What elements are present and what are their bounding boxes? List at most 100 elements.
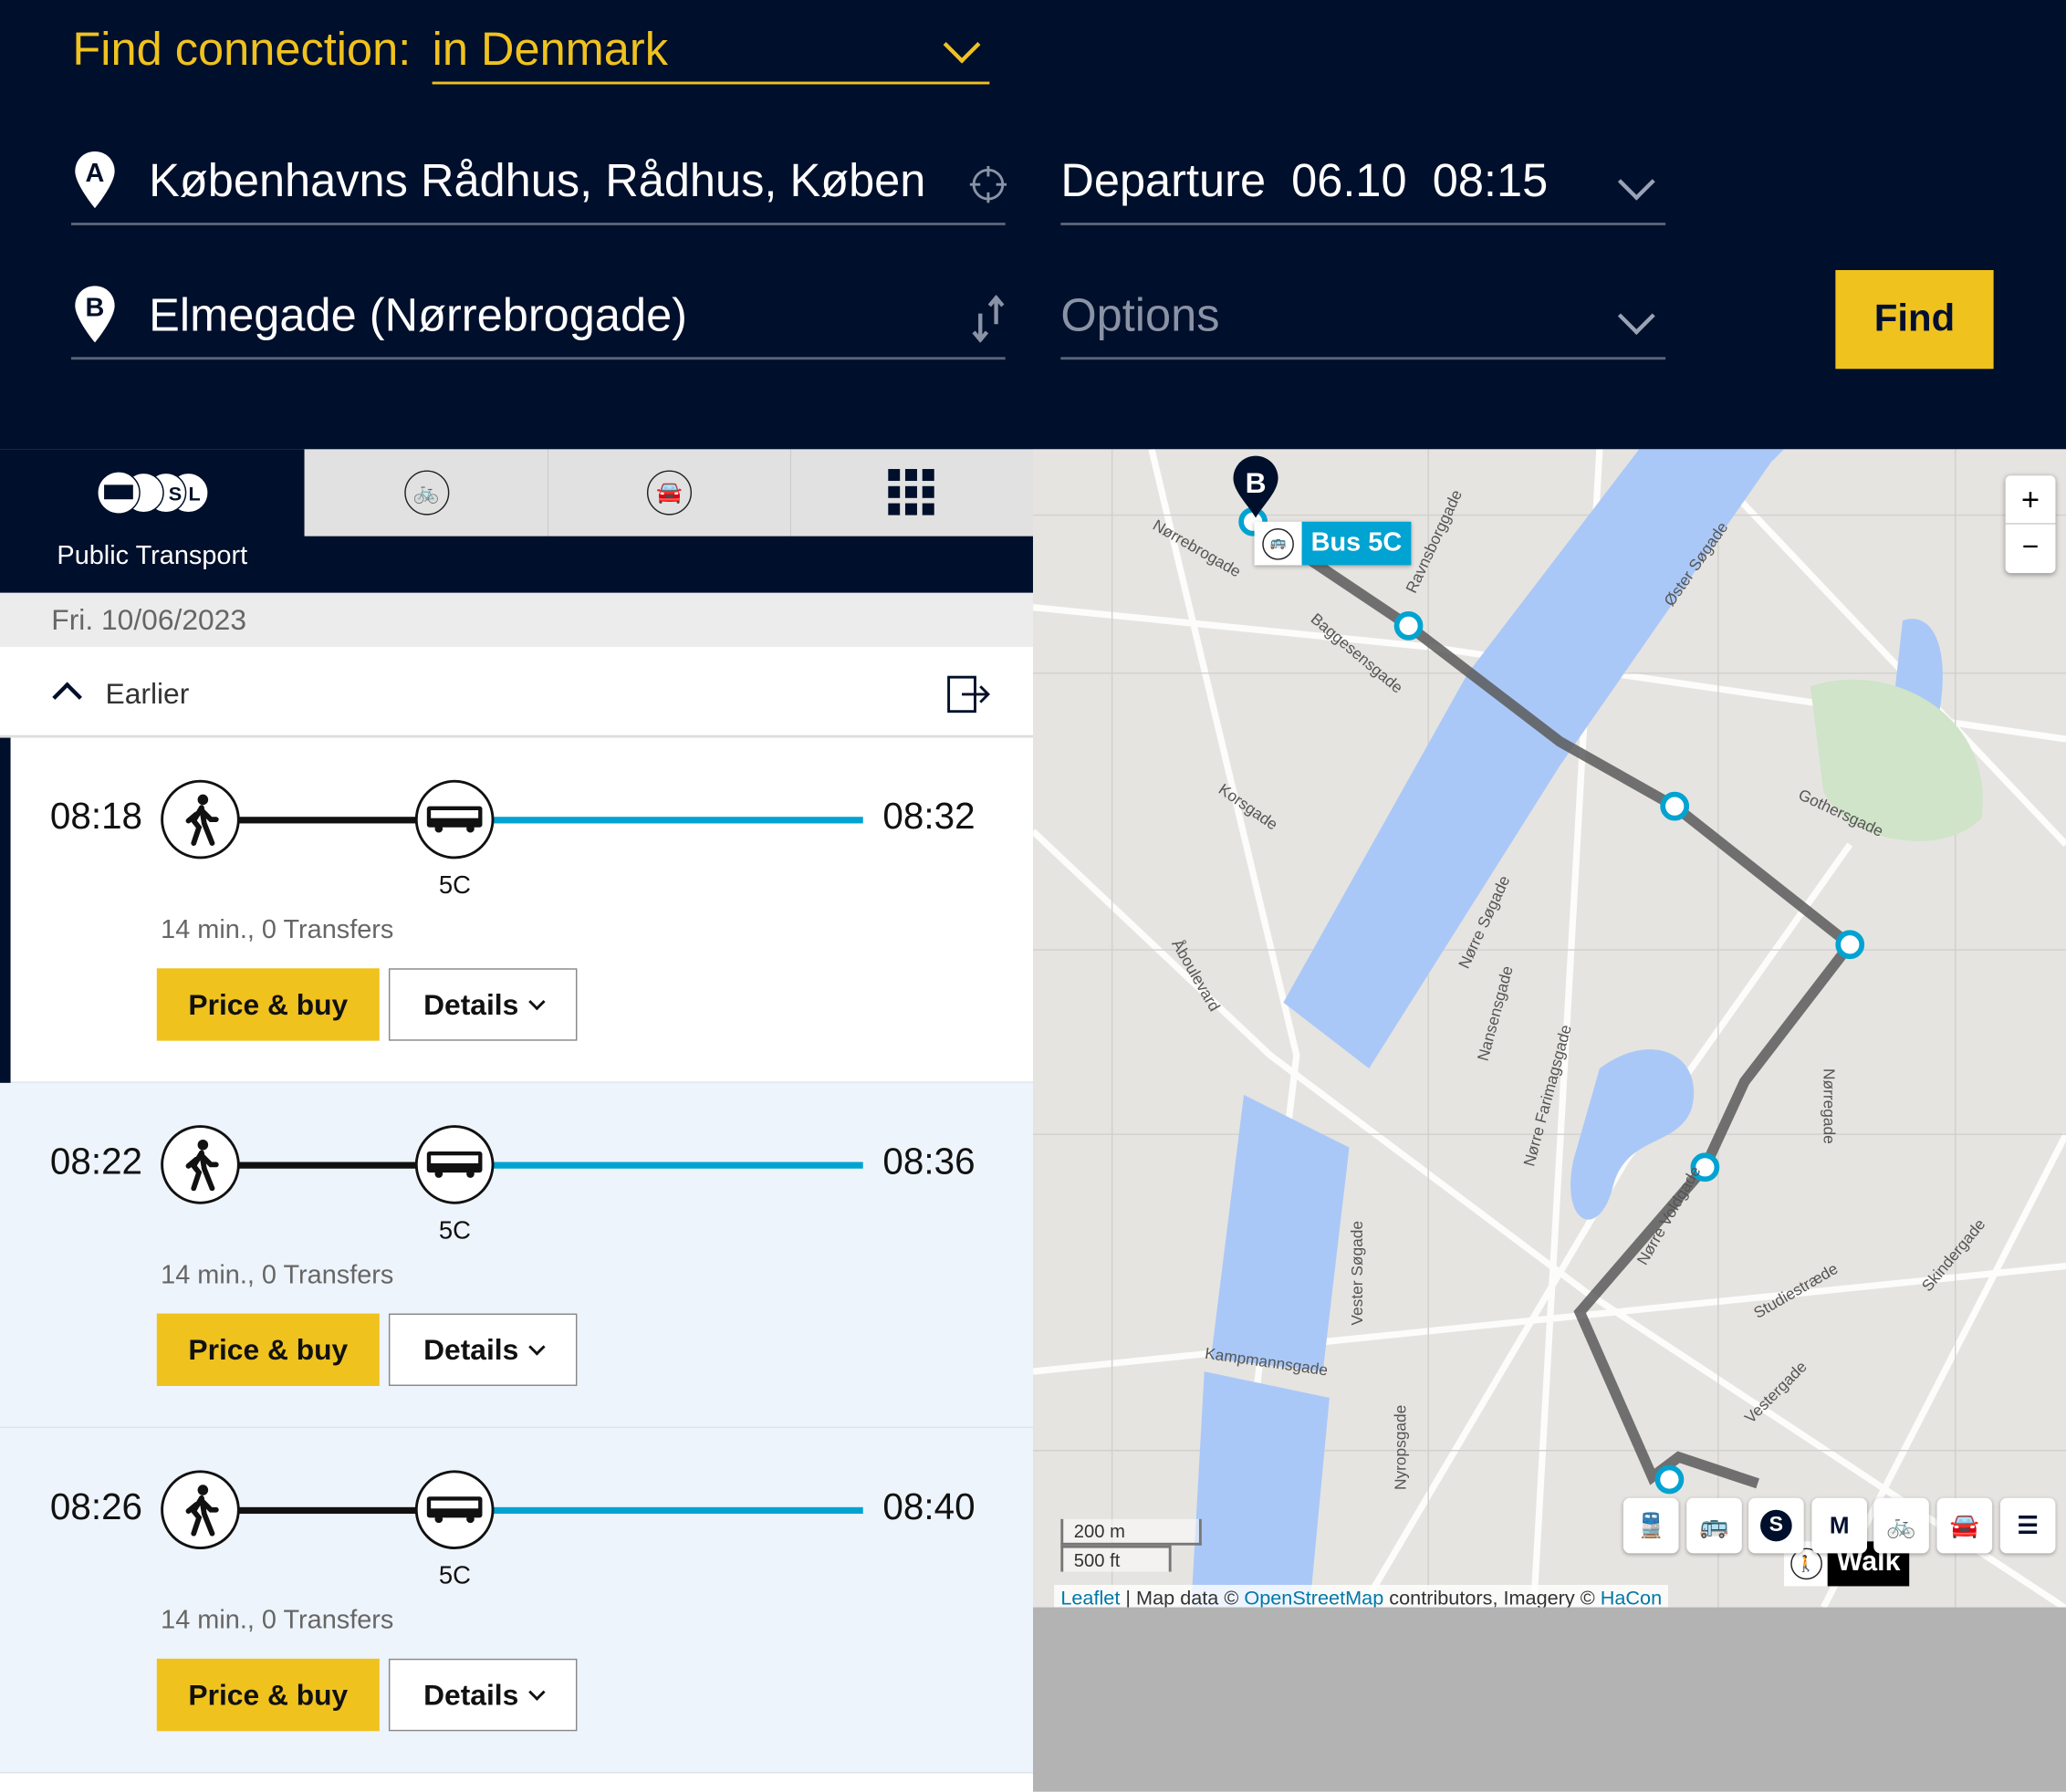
bus-label[interactable]: 🚌 Bus 5C bbox=[1254, 521, 1412, 566]
filter-train-button[interactable]: 🚆 bbox=[1623, 1497, 1679, 1554]
selected-indicator bbox=[0, 737, 11, 1083]
map-footer-area bbox=[1033, 1607, 2066, 1792]
svg-text:Ravnsborggade: Ravnsborggade bbox=[1402, 487, 1466, 596]
hacon-link[interactable]: HaCon bbox=[1601, 1588, 1662, 1608]
public-transport-icon: SL bbox=[96, 471, 209, 515]
grid-icon bbox=[888, 469, 934, 516]
svg-text:Nørregade: Nørregade bbox=[1820, 1068, 1838, 1144]
details-label: Details bbox=[423, 1332, 519, 1366]
options-field[interactable]: Options bbox=[1060, 276, 1666, 360]
bus-icon bbox=[414, 1470, 495, 1550]
bus-icon bbox=[414, 779, 495, 860]
svg-text:Nansensgade: Nansensgade bbox=[1474, 964, 1517, 1062]
walk-segment bbox=[236, 1506, 423, 1515]
layers-button[interactable]: ☰ bbox=[1999, 1497, 2056, 1554]
water-lake-2 bbox=[1210, 1094, 1350, 1372]
chevron-down-icon bbox=[1617, 162, 1655, 201]
tab-more[interactable] bbox=[790, 449, 1034, 537]
details-label: Details bbox=[423, 1677, 519, 1711]
map-canvas[interactable]: B Baggesensgade Korsgade Ravnsborggade Ø… bbox=[1033, 449, 2066, 1608]
page-title: Find connection: bbox=[72, 23, 412, 76]
swap-icon[interactable] bbox=[970, 295, 1007, 343]
filter-s-train-button[interactable]: S bbox=[1748, 1497, 1804, 1554]
svg-text:Nørrebrogade: Nørrebrogade bbox=[1150, 516, 1244, 580]
filter-car-button[interactable]: 🚘 bbox=[1936, 1497, 1993, 1554]
date-header: Fri. 10/06/2023 bbox=[0, 592, 1034, 647]
departure-field[interactable]: Departure 06.10 08:15 bbox=[1060, 142, 1666, 225]
svg-text:S: S bbox=[168, 483, 181, 505]
options-placeholder: Options bbox=[1060, 289, 1220, 341]
to-value: Elmegade (Nørrebrogade) bbox=[149, 289, 688, 341]
connection-row[interactable]: 08:18 08:32 5C 14 min., 0 Transfers Pric… bbox=[0, 737, 1034, 1083]
tab-car[interactable]: 🚘 bbox=[548, 449, 791, 537]
filter-metro-button[interactable]: M bbox=[1811, 1497, 1868, 1554]
filter-bike-button[interactable]: 🚲 bbox=[1873, 1497, 1929, 1554]
bus-label-text: Bus 5C bbox=[1301, 521, 1412, 566]
stop-marker[interactable] bbox=[1660, 791, 1690, 821]
svg-text:Nørre Farimagsgade: Nørre Farimagsgade bbox=[1519, 1023, 1575, 1168]
scale-bar: 200 m 500 ft bbox=[1060, 1518, 1202, 1572]
export-icon[interactable] bbox=[946, 674, 991, 714]
svg-text:Nyropsgade: Nyropsgade bbox=[1392, 1405, 1410, 1490]
svg-text:L: L bbox=[188, 483, 200, 505]
chevron-down-icon bbox=[527, 1683, 545, 1701]
zoom-control: + − bbox=[2005, 475, 2056, 574]
tab-bike[interactable]: 🚲 bbox=[304, 449, 548, 537]
price-buy-button[interactable]: Price & buy bbox=[156, 1658, 380, 1732]
details-button[interactable]: Details bbox=[388, 1313, 578, 1386]
svg-text:Skindergade: Skindergade bbox=[1918, 1215, 1989, 1295]
price-buy-button[interactable]: Price & buy bbox=[156, 968, 380, 1041]
bus-segment bbox=[493, 1506, 863, 1515]
departure-time: 08:18 bbox=[49, 796, 143, 837]
svg-text:Nørre Voldgade: Nørre Voldgade bbox=[1633, 1163, 1705, 1268]
details-button[interactable]: Details bbox=[388, 1658, 578, 1732]
line-number: 5C bbox=[438, 871, 471, 901]
svg-text:Korsgade: Korsgade bbox=[1216, 780, 1281, 834]
details-label: Details bbox=[423, 987, 519, 1021]
details-button[interactable]: Details bbox=[388, 968, 578, 1041]
walk-icon bbox=[161, 1125, 240, 1204]
locate-icon[interactable] bbox=[969, 165, 1007, 203]
marker-b[interactable]: B bbox=[1233, 455, 1278, 518]
bus-icon bbox=[414, 1125, 495, 1204]
find-button[interactable]: Find bbox=[1835, 269, 1994, 370]
departure-time: 08:22 bbox=[49, 1141, 143, 1183]
svg-text:B: B bbox=[1246, 466, 1267, 499]
departure-time: 08:26 bbox=[49, 1485, 143, 1527]
line-number: 5C bbox=[438, 1217, 471, 1245]
connection-row[interactable]: 08:22 08:36 5C 14 min., 0 Transfers Pric… bbox=[0, 1082, 1034, 1429]
tab-public-transport[interactable]: SL Public Transport bbox=[0, 449, 305, 592]
stop-marker[interactable] bbox=[1654, 1464, 1685, 1495]
region-select[interactable]: in Denmark bbox=[432, 24, 990, 85]
from-field[interactable]: A Københavns Rådhus, Rådhus, Køben bbox=[70, 142, 1007, 225]
water-lake-3 bbox=[1191, 1371, 1330, 1608]
map[interactable]: B Baggesensgade Korsgade Ravnsborggade Ø… bbox=[1033, 449, 2066, 1608]
svg-text:Åboulevard: Åboulevard bbox=[1168, 936, 1224, 1015]
svg-text:B: B bbox=[86, 294, 105, 323]
car-icon: 🚘 bbox=[646, 470, 693, 516]
filter-bus-button[interactable]: 🚌 bbox=[1686, 1497, 1742, 1554]
svg-text:Baggesensgade: Baggesensgade bbox=[1308, 609, 1407, 697]
stop-marker[interactable] bbox=[1393, 610, 1424, 641]
price-buy-button[interactable]: Price & buy bbox=[156, 1313, 380, 1386]
connection-row[interactable]: 08:26 08:40 5C 14 min., 0 Transfers Pric… bbox=[0, 1428, 1034, 1774]
bus-segment bbox=[493, 1162, 863, 1169]
departure-label: Departure bbox=[1060, 155, 1267, 207]
to-field[interactable]: B Elmegade (Nørrebrogade) bbox=[70, 276, 1007, 360]
chevron-up-icon bbox=[52, 682, 82, 713]
zoom-in-button[interactable]: + bbox=[2005, 475, 2056, 525]
mode-tabs: SL Public Transport 🚲 🚘 bbox=[0, 449, 1034, 593]
osm-link[interactable]: OpenStreetMap bbox=[1244, 1588, 1383, 1608]
svg-text:Vester Søgade: Vester Søgade bbox=[1348, 1221, 1366, 1326]
tab-label: Public Transport bbox=[57, 541, 248, 571]
arrival-time: 08:32 bbox=[882, 796, 976, 837]
stop-marker[interactable] bbox=[1835, 930, 1865, 960]
arrival-time: 08:36 bbox=[882, 1141, 976, 1183]
svg-text:A: A bbox=[86, 159, 105, 188]
chevron-down-icon bbox=[527, 1338, 545, 1355]
bus-segment bbox=[493, 817, 863, 824]
chevron-down-icon bbox=[1617, 297, 1655, 335]
zoom-out-button[interactable]: − bbox=[2006, 525, 2056, 573]
leaflet-link[interactable]: Leaflet bbox=[1060, 1588, 1120, 1608]
earlier-button[interactable]: Earlier bbox=[0, 646, 1034, 738]
